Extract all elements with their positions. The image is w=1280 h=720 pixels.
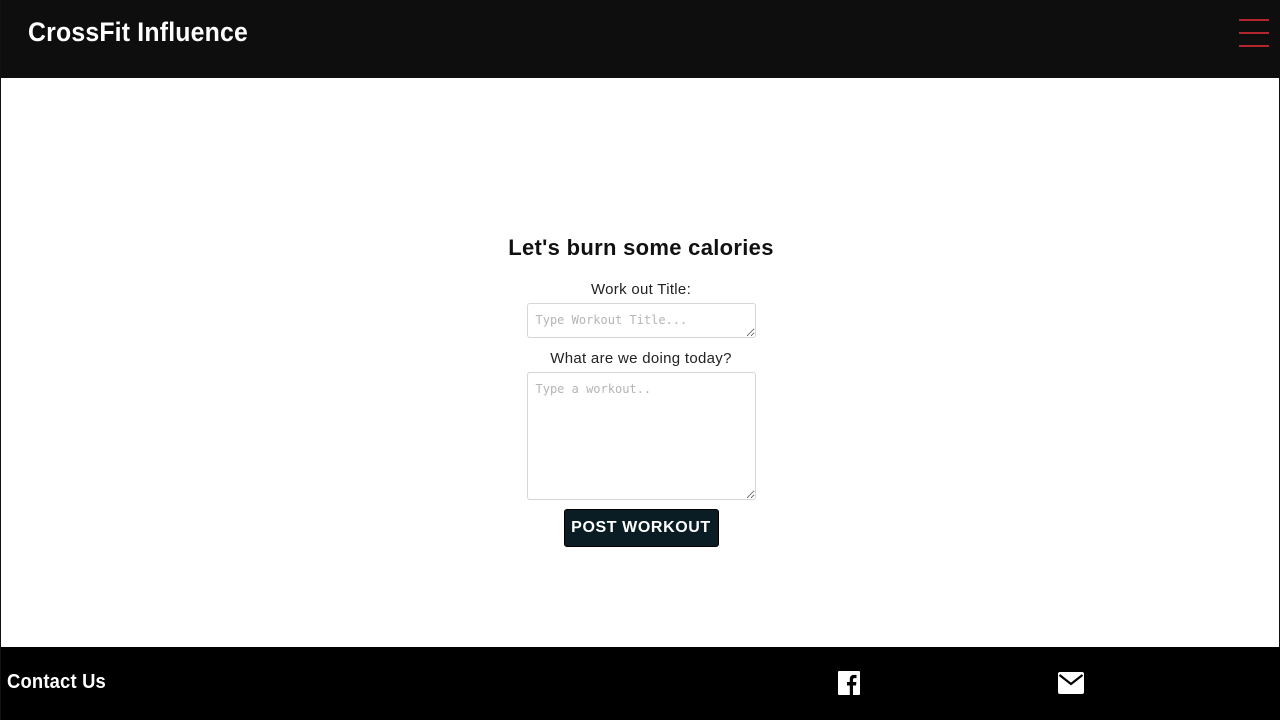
- hamburger-menu-icon-bar: [1239, 32, 1269, 34]
- form-heading: Let's burn some calories: [508, 235, 774, 260]
- footer: Contact Us: [1, 647, 1280, 720]
- facebook-icon: [838, 671, 860, 695]
- post-workout-button[interactable]: POST WORKOUT: [563, 509, 719, 547]
- hamburger-menu-button[interactable]: [1237, 19, 1269, 49]
- top-navbar: CrossFit Influence: [1, 0, 1280, 78]
- workout-title-label: Work out Title:: [590, 281, 692, 298]
- main-content: Let's burn some calories Work out Title:…: [1, 78, 1280, 647]
- workout-form: Let's burn some calories Work out Title:…: [441, 232, 841, 547]
- email-link[interactable]: [1058, 672, 1084, 694]
- hamburger-menu-icon-bar: [1239, 45, 1269, 47]
- facebook-link[interactable]: [838, 671, 860, 695]
- workout-description-label: What are we doing today?: [550, 350, 732, 367]
- envelope-icon: [1058, 672, 1084, 694]
- hamburger-menu-icon-bar: [1239, 19, 1269, 21]
- brand-title[interactable]: CrossFit Influence: [28, 17, 248, 48]
- workout-title-input[interactable]: [526, 303, 756, 338]
- contact-us-label: Contact Us: [7, 671, 106, 693]
- workout-description-input[interactable]: [526, 372, 756, 500]
- page: CrossFit Influence Let's burn some calor…: [0, 0, 1280, 720]
